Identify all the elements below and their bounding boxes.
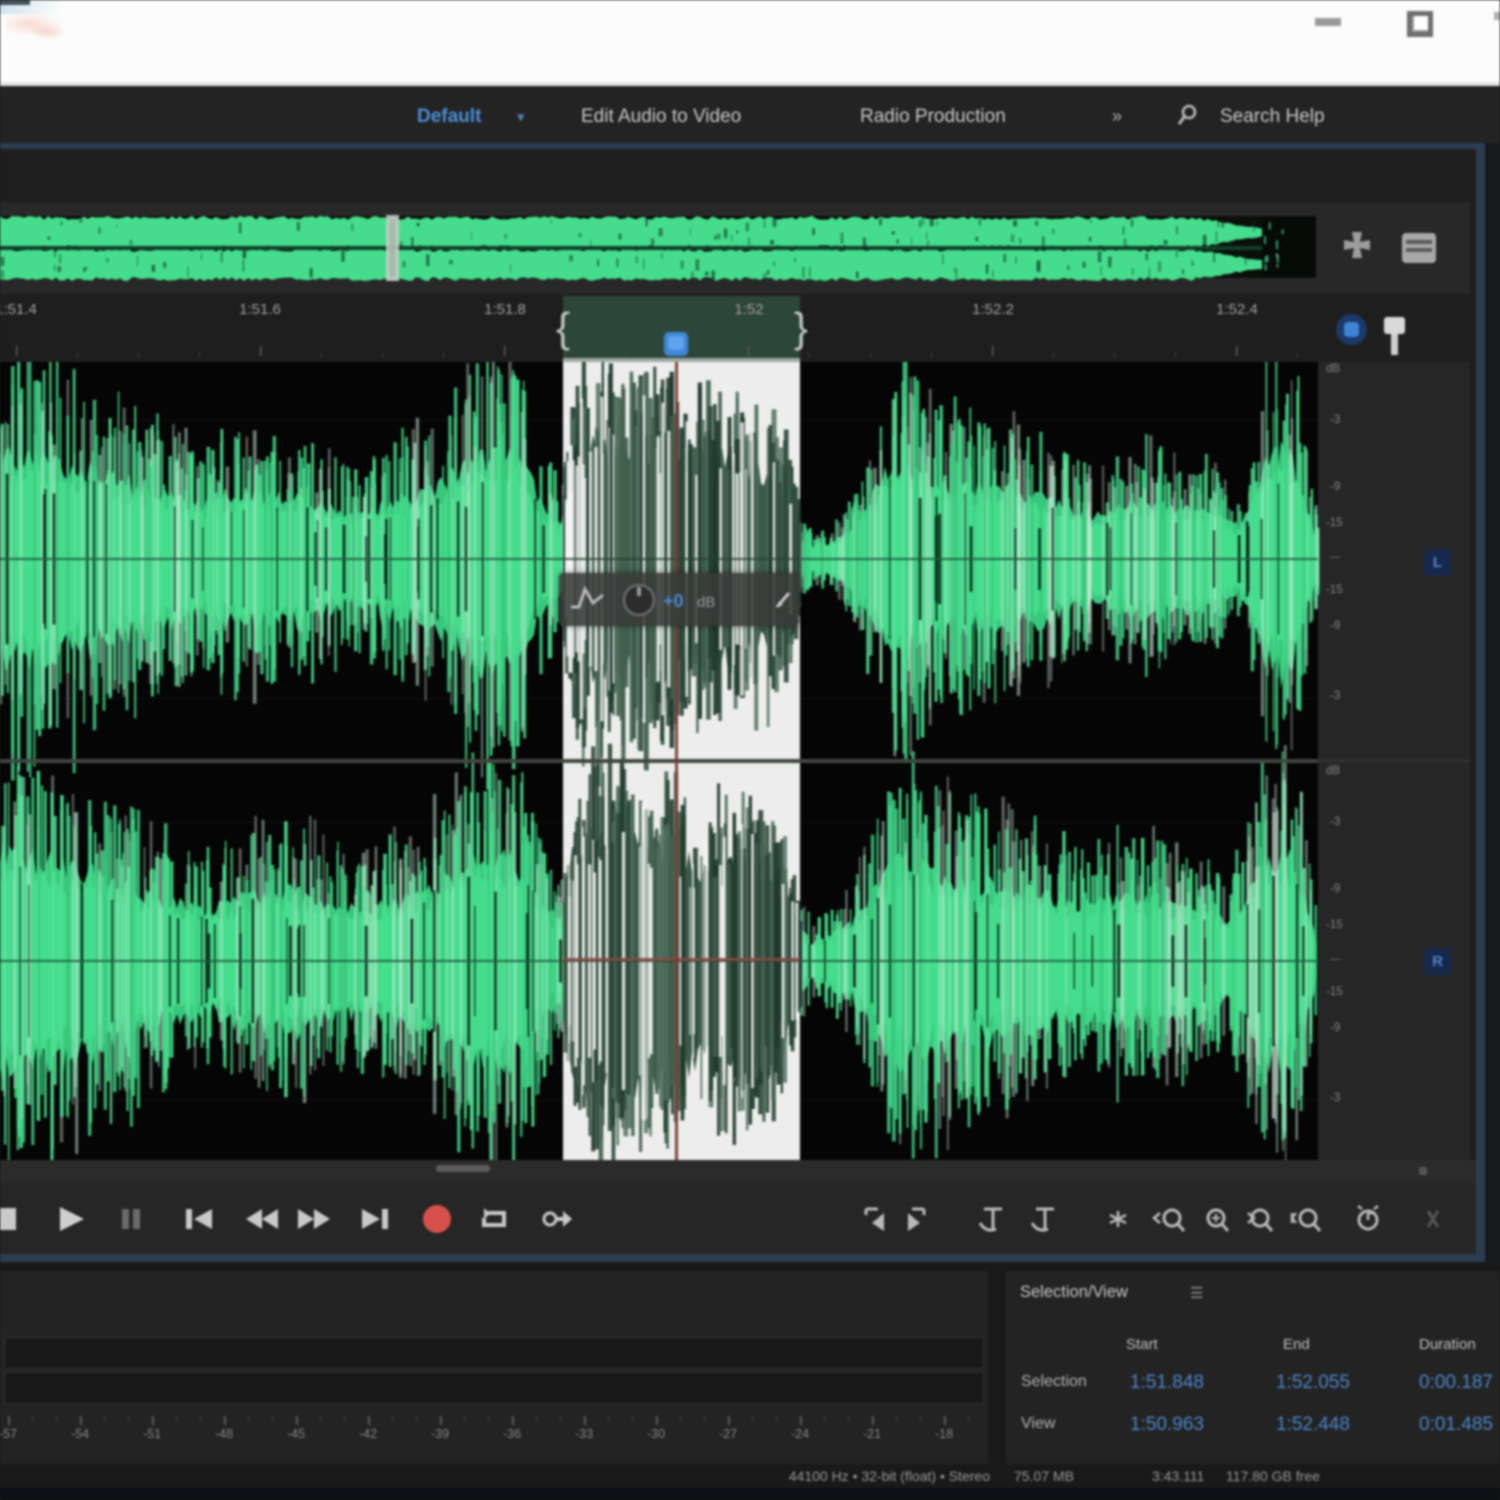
svg-text:1:51.8: 1:51.8 <box>484 301 526 318</box>
svg-text:1:52.4: 1:52.4 <box>1216 301 1258 318</box>
svg-text:dB: dB <box>697 594 715 611</box>
svg-text:}: } <box>794 304 808 351</box>
svg-text:+0: +0 <box>663 591 684 611</box>
svg-text:{: { <box>556 304 570 351</box>
svg-text:1:52: 1:52 <box>734 301 763 318</box>
svg-text:1:51.4: 1:51.4 <box>0 301 37 318</box>
svg-text:1:51.6: 1:51.6 <box>239 301 281 318</box>
svg-text:1:52.2: 1:52.2 <box>972 301 1014 318</box>
